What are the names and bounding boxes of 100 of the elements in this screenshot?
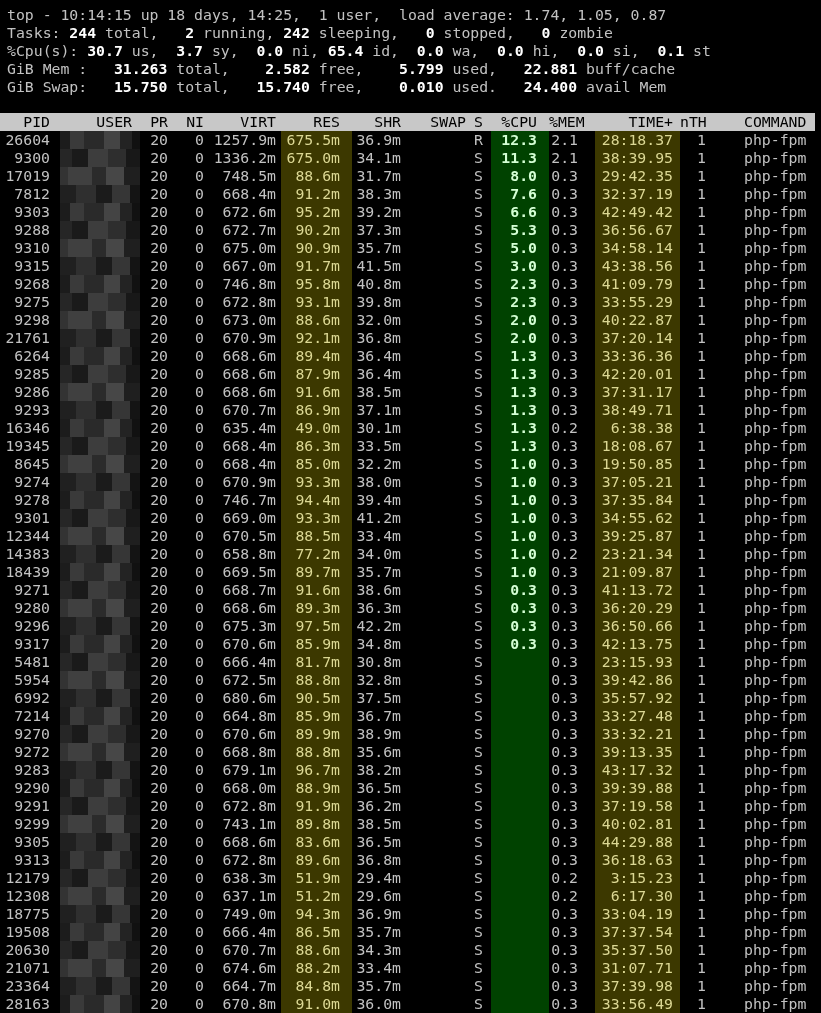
- table-cell: 1.0: [491, 455, 549, 473]
- table-cell-text: 20: [149, 977, 169, 995]
- table-cell-text: 0: [194, 383, 205, 401]
- table-cell: 87.9m: [281, 365, 352, 383]
- table-cell-text: php-fpm: [743, 995, 808, 1013]
- table-cell: 90.2m: [281, 221, 352, 239]
- table-cell-text: 36.5m: [355, 779, 402, 797]
- table-cell: 675.5m: [281, 131, 352, 149]
- table-cell-text: 0.3: [550, 581, 579, 599]
- table-cell-text: 0.3: [550, 527, 579, 545]
- table-cell-text: 6264: [13, 347, 50, 365]
- table-cell: 21:09.87: [595, 563, 680, 581]
- table-cell-text: 20: [149, 347, 169, 365]
- table-cell-text: 1: [696, 941, 707, 959]
- table-cell-text: 20: [149, 779, 169, 797]
- table-cell: 86.3m: [281, 437, 352, 455]
- table-cell: 42:13.75: [595, 635, 680, 653]
- table-cell-text: 0: [194, 329, 205, 347]
- table-cell-text: 0: [194, 725, 205, 743]
- table-cell: 43:38.56: [595, 257, 680, 275]
- table-cell: 1.3: [491, 365, 549, 383]
- table-cell-text: 34.3m: [355, 941, 402, 959]
- table-cell-text: php-fpm: [743, 347, 808, 365]
- table-cell-text: 35.7m: [355, 239, 402, 257]
- table-cell-text: 0: [194, 149, 205, 167]
- table-cell-text: 36.4m: [355, 365, 402, 383]
- table-cell: 96.7m: [281, 761, 352, 779]
- table-cell-text: 680.6m: [221, 689, 277, 707]
- table-cell: [491, 995, 549, 1013]
- table-cell: 88.6m: [281, 941, 352, 959]
- table-cell-text: 668.4m: [221, 185, 277, 203]
- table-cell-text: php-fpm: [743, 257, 808, 275]
- table-cell-text: 20: [149, 617, 169, 635]
- table-cell-text: 18775: [4, 905, 50, 923]
- column-header: nTH: [680, 113, 708, 131]
- table-cell: 23:21.34: [595, 545, 680, 563]
- table-cell-text: php-fpm: [743, 527, 808, 545]
- table-cell: 34:58.14: [595, 239, 680, 257]
- table-cell-text: 36.7m: [355, 707, 402, 725]
- table-cell-text: php-fpm: [743, 779, 808, 797]
- table-cell: 39:39.88: [595, 779, 680, 797]
- table-cell-text: 20: [149, 293, 169, 311]
- table-cell-text: 20: [149, 383, 169, 401]
- table-cell-text: 0: [194, 275, 205, 293]
- table-cell: 93.3m: [281, 509, 352, 527]
- table-cell-text: php-fpm: [743, 473, 808, 491]
- table-cell-text: 30.8m: [355, 653, 402, 671]
- table-cell: 2.0: [491, 311, 549, 329]
- table-cell-text: 19345: [4, 437, 50, 455]
- table-cell-text: S: [473, 707, 484, 725]
- table-cell-text: S: [473, 635, 484, 653]
- table-cell-text: 20: [149, 599, 169, 617]
- table-cell: 88.8m: [281, 671, 352, 689]
- table-cell: 38:39.95: [595, 149, 680, 167]
- table-cell-text: S: [473, 203, 484, 221]
- table-cell-text: 20: [149, 869, 169, 887]
- table-cell-text: 675.0m: [221, 239, 277, 257]
- table-cell: 33:27.48: [595, 707, 680, 725]
- table-cell-text: S: [473, 653, 484, 671]
- table-cell-text: 0.3: [550, 761, 579, 779]
- table-cell-text: 20: [149, 725, 169, 743]
- table-cell: 33:32.21: [595, 725, 680, 743]
- table-cell-text: S: [473, 149, 484, 167]
- table-cell-text: php-fpm: [743, 833, 808, 851]
- table-cell: 2.3: [491, 275, 549, 293]
- table-cell: 40:02.81: [595, 815, 680, 833]
- table-cell-text: 0.3: [550, 707, 579, 725]
- table-cell-text: php-fpm: [743, 653, 808, 671]
- table-cell-text: 9288: [13, 221, 50, 239]
- table-cell-text: 36.5m: [355, 833, 402, 851]
- table-cell-text: 670.9m: [221, 473, 277, 491]
- table-cell-text: 20: [149, 185, 169, 203]
- table-cell-text: 1: [696, 689, 707, 707]
- table-cell-text: 0.3: [550, 347, 579, 365]
- table-cell-text: S: [473, 995, 484, 1013]
- table-cell-text: 0: [194, 905, 205, 923]
- table-cell-text: 1: [696, 905, 707, 923]
- table-cell-text: 1: [696, 851, 707, 869]
- table-cell-text: 20: [149, 905, 169, 923]
- table-cell-text: 9293: [13, 401, 50, 419]
- table-cell-text: 2.1: [550, 131, 579, 149]
- table-cell: 42:20.01: [595, 365, 680, 383]
- table-cell: 39:25.87: [595, 527, 680, 545]
- table-cell-text: 35.6m: [355, 743, 402, 761]
- table-cell-text: 0.2: [550, 419, 579, 437]
- table-cell-text: 1: [696, 887, 707, 905]
- table-cell-text: 40.8m: [355, 275, 402, 293]
- table-cell-text: 20: [149, 419, 169, 437]
- table-cell-text: 20: [149, 491, 169, 509]
- table-cell-text: 1: [696, 923, 707, 941]
- table-cell-text: 0: [194, 419, 205, 437]
- table-cell-text: 17019: [4, 167, 50, 185]
- table-cell-text: 0.3: [550, 617, 579, 635]
- table-cell: 89.8m: [281, 815, 352, 833]
- table-cell-text: 0.3: [550, 977, 579, 995]
- table-cell-text: S: [473, 293, 484, 311]
- column-header: NI: [185, 113, 205, 131]
- table-cell: 94.4m: [281, 491, 352, 509]
- table-cell-text: S: [473, 275, 484, 293]
- table-cell-text: 20: [149, 545, 169, 563]
